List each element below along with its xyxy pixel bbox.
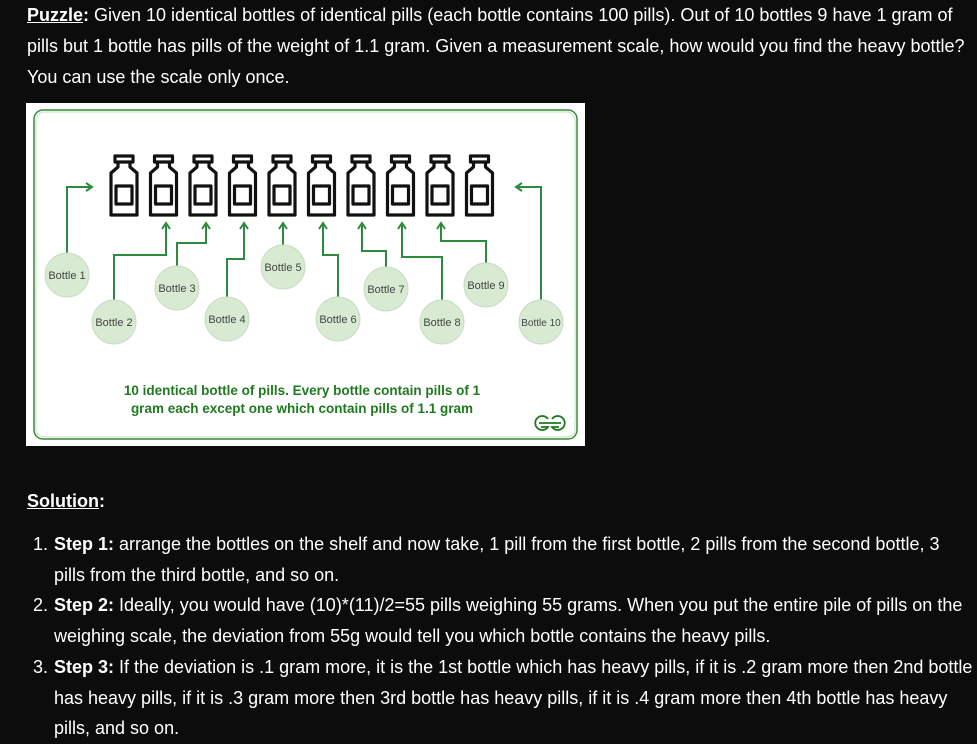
bottle-label: Bottle 5 — [264, 262, 301, 274]
figure-caption-line1: 10 identical bottle of pills. Every bott… — [124, 383, 481, 398]
step-label: Step 3: — [54, 656, 115, 677]
step-number: 2. — [33, 595, 49, 616]
bottle-bubble: Bottle 9 — [463, 262, 509, 308]
bottles-diagram: Bottle 1 Bottle 2 Bottle 3 Bottle 4 Bottle 5… — [33, 109, 578, 440]
connector-arrow — [440, 223, 487, 263]
bottle-icon — [227, 154, 258, 217]
step-text: arrange the bottles on the shelf and now… — [54, 534, 940, 585]
connector-arrow — [226, 223, 245, 297]
bottle-label: Bottle 2 — [95, 317, 132, 329]
connector-arrow — [322, 223, 339, 297]
bottle-label: Bottle 9 — [467, 280, 504, 292]
step-item: 1. Step 1: arrange the bottles on the she… — [33, 529, 973, 590]
bottle-label: Bottle 10 — [521, 318, 561, 329]
gfg-logo — [534, 415, 566, 431]
solution-label: Solution — [27, 491, 99, 511]
bottle-bubble: Bottle 7 — [363, 266, 409, 312]
connector-arrow — [176, 223, 207, 266]
bottle-bubble: Bottle 6 — [315, 296, 361, 342]
bottle-icon — [346, 154, 376, 217]
step-label: Step 1: — [54, 534, 115, 554]
bottle-label: Bottle 7 — [367, 284, 404, 296]
connector-arrow — [516, 186, 542, 300]
step-number: 1. — [33, 534, 49, 554]
bottle-bubble: Bottle 3 — [154, 265, 200, 311]
bottle-icon — [385, 154, 416, 217]
solution-steps: 1. Step 1: arrange the bottles on the she… — [33, 529, 973, 744]
step-text: If the deviation is .1 gram more, it is … — [54, 656, 973, 739]
bottle-label: Bottle 4 — [208, 314, 245, 326]
step-item: 2. Step 2: Ideally, you would have (10)*(… — [33, 590, 973, 651]
step-text: Ideally, you would have (10)*(11)/2=55 p… — [54, 595, 963, 647]
bottle-icon — [148, 154, 179, 217]
bottle-icon — [425, 154, 455, 217]
bottle-icon — [188, 154, 218, 217]
connector-arrow — [361, 223, 387, 267]
bottle-bubble: Bottle 5 — [260, 244, 306, 290]
solution-colon: : — [98, 491, 105, 511]
bottle-bubble: Bottle 1 — [44, 252, 90, 298]
puzzle-figure: Bottle 1 Bottle 2 Bottle 3 Bottle 4 Bottle 5… — [26, 103, 585, 446]
figure-caption-line2: gram each except one which contain pills… — [131, 401, 473, 416]
connector-arrow — [66, 186, 92, 253]
bottle-label: Bottle 1 — [48, 270, 85, 282]
step-label: Step 2: — [54, 595, 115, 616]
step-number: 3. — [33, 656, 49, 677]
bottle-icon — [464, 154, 495, 217]
bottle-bubble: Bottle 8 — [419, 299, 465, 345]
puzzle-paragraph: Puzzle: Given 10 identical bottles of id… — [27, 0, 975, 93]
bottle-bubble: Bottle 4 — [204, 296, 250, 342]
bottle-label: Bottle 6 — [319, 314, 356, 326]
solution-heading: Solution: — [27, 486, 105, 517]
bottle-icon — [306, 154, 337, 217]
bottle-label: Bottle 8 — [423, 317, 460, 329]
bottle-bubble: Bottle 10 — [518, 299, 564, 345]
step-item: 3. Step 3: If the deviation is .1 gram mo… — [33, 652, 973, 744]
bottle-icon — [267, 154, 297, 217]
puzzle-text: Given 10 identical bottles of identical … — [27, 5, 965, 87]
bottle-icon — [109, 154, 139, 217]
puzzle-label: Puzzle — [27, 5, 84, 25]
bottle-label: Bottle 3 — [158, 283, 195, 295]
bottle-bubble: Bottle 2 — [91, 299, 137, 345]
